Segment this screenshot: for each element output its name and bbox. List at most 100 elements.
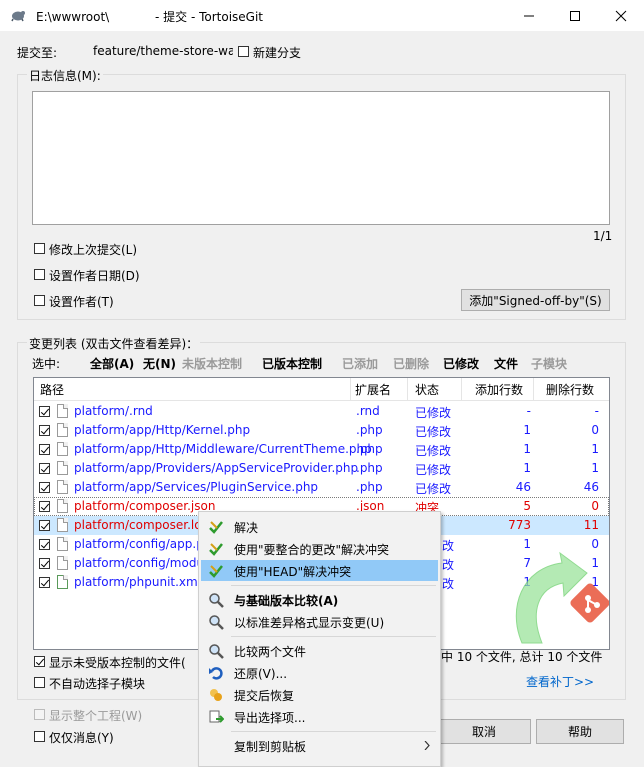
column-added-lines[interactable]: 添加行数 (475, 381, 523, 398)
file-path: platform/config/modul (74, 556, 208, 570)
file-icon (57, 480, 68, 494)
menu-item-label: 导出选择项... (234, 711, 306, 725)
menu-item-revert[interactable]: 还原(V)... (201, 662, 438, 683)
menu-item-resolve-head[interactable]: 使用"HEAD"解决冲突 (201, 560, 438, 581)
filter-submodules[interactable]: 子模块 (531, 355, 567, 372)
view-patch-link[interactable]: 查看补丁>> (526, 673, 594, 690)
row-checkbox[interactable] (39, 539, 50, 550)
file-path: platform/composer.json (74, 499, 216, 513)
column-extension[interactable]: 扩展名 (355, 381, 391, 398)
deleted-lines: 0 (591, 423, 599, 437)
resolve-check-icon (209, 543, 223, 556)
file-icon (57, 556, 68, 570)
filter-modified[interactable]: 已修改 (443, 355, 479, 372)
title-bar[interactable]: E:\wwwroot\ - 提交 - TortoiseGit (0, 0, 644, 31)
tortoisegit-watermark-logo (515, 551, 609, 644)
column-deleted-lines[interactable]: 删除行数 (546, 381, 594, 398)
filter-unversioned[interactable]: 未版本控制 (182, 355, 242, 372)
table-row[interactable]: platform/app/Http/Middleware/CurrentThem… (34, 440, 609, 459)
filter-versioned[interactable]: 已版本控制 (262, 355, 322, 372)
column-path[interactable]: 路径 (40, 381, 64, 398)
menu-separator (231, 585, 436, 586)
menu-item-compare-two-files[interactable]: 比较两个文件 (201, 640, 438, 661)
table-row[interactable]: platform/app/Services/PluginService.php … (34, 478, 609, 497)
file-icon (57, 518, 68, 532)
revert-arrow-icon (209, 667, 223, 680)
row-checkbox[interactable] (39, 501, 50, 512)
column-status[interactable]: 状态 (415, 381, 439, 398)
file-icon (57, 404, 68, 418)
maximize-button[interactable] (552, 0, 598, 31)
set-author-date-checkbox[interactable] (34, 269, 45, 280)
set-author-checkbox[interactable] (34, 295, 45, 306)
amend-last-commit-checkbox[interactable] (34, 243, 45, 254)
row-checkbox[interactable] (39, 463, 50, 474)
add-signed-off-by-button[interactable]: 添加"Signed-off-by"(S) (461, 289, 610, 311)
table-row[interactable]: platform/.rnd .rnd 已修改 - - (34, 402, 609, 421)
table-row[interactable]: platform/app/Http/Kernel.php .php 已修改 1 … (34, 421, 609, 440)
minimize-icon (524, 15, 534, 16)
deleted-lines: 46 (583, 480, 599, 494)
message-only-checkbox[interactable] (34, 731, 45, 742)
menu-item-label: 使用"要整合的更改"解决冲突 (234, 543, 390, 557)
file-icon (57, 537, 68, 551)
close-button[interactable] (598, 0, 644, 31)
file-path: platform/.rnd (74, 404, 153, 418)
file-status: 已修改 (415, 463, 452, 477)
row-checkbox[interactable] (39, 425, 50, 436)
file-icon (57, 499, 68, 513)
new-branch-checkbox[interactable] (238, 46, 249, 57)
row-checkbox[interactable] (39, 577, 50, 588)
added-lines: - (526, 404, 531, 418)
filter-none[interactable]: 无(N) (143, 355, 176, 372)
show-whole-project-checkbox[interactable] (34, 709, 45, 720)
column-separator[interactable] (461, 378, 462, 400)
new-branch-label: 新建分支 (253, 46, 302, 60)
added-lines: 1 (523, 461, 531, 475)
column-separator[interactable] (407, 378, 408, 400)
row-checkbox[interactable] (39, 406, 50, 417)
help-button[interactable]: 帮助 (536, 719, 624, 744)
filter-deleted[interactable]: 已删除 (393, 355, 429, 372)
log-message-textarea[interactable] (32, 91, 610, 225)
cancel-button[interactable]: 取消 (437, 719, 531, 744)
column-separator[interactable] (350, 378, 351, 400)
row-checkbox[interactable] (39, 558, 50, 569)
menu-item-resolve[interactable]: 解决 (201, 516, 438, 537)
filter-files[interactable]: 文件 (494, 355, 518, 372)
xml-file-icon (57, 575, 68, 589)
resolve-check-icon (209, 521, 223, 534)
maximize-icon (570, 10, 580, 21)
menu-item-compare-base[interactable]: 与基础版本比较(A) (201, 589, 438, 610)
column-separator[interactable] (533, 378, 534, 400)
file-status: 已修改 (415, 406, 452, 420)
submenu-arrow-icon (424, 741, 430, 750)
close-icon (615, 10, 627, 21)
menu-item-copy-to-clipboard[interactable]: 复制到剪贴板 (201, 735, 438, 756)
select-label: 选中: (32, 357, 61, 371)
filter-added[interactable]: 已添加 (342, 355, 378, 372)
menu-item-label: 提交后恢复 (234, 689, 295, 703)
row-checkbox[interactable] (39, 520, 50, 531)
table-row[interactable]: platform/app/Providers/AppServiceProvide… (34, 459, 609, 478)
window-title: E:\wwwroot\ - 提交 - TortoiseGit (36, 10, 264, 24)
file-path: platform/app/Services/PluginService.php (74, 480, 319, 494)
filter-all[interactable]: 全部(A) (90, 355, 134, 372)
menu-item-unified-diff[interactable]: 以标准差异格式显示变更(U) (201, 611, 438, 632)
magnifier-icon (209, 644, 224, 659)
minimize-button[interactable] (506, 0, 552, 31)
menu-item-restore-after-commit[interactable]: 提交后恢复 (201, 684, 438, 705)
menu-item-resolve-theirs[interactable]: 使用"要整合的更改"解决冲突 (201, 538, 438, 559)
menu-item-label: 比较两个文件 (234, 645, 307, 659)
added-lines: 1 (523, 423, 531, 437)
row-checkbox[interactable] (39, 444, 50, 455)
show-unversioned-checkbox[interactable] (34, 656, 45, 667)
deleted-lines: 1 (591, 461, 599, 475)
file-extension: .php (356, 461, 383, 475)
menu-item-export-selection[interactable]: 导出选择项... (201, 706, 438, 727)
line-counter: 1/1 (593, 229, 613, 243)
row-checkbox[interactable] (39, 482, 50, 493)
file-extension: .php (356, 423, 383, 437)
log-message-group-label: 日志信息(M): (27, 67, 103, 84)
no-autoselect-submodules-checkbox[interactable] (34, 677, 45, 688)
